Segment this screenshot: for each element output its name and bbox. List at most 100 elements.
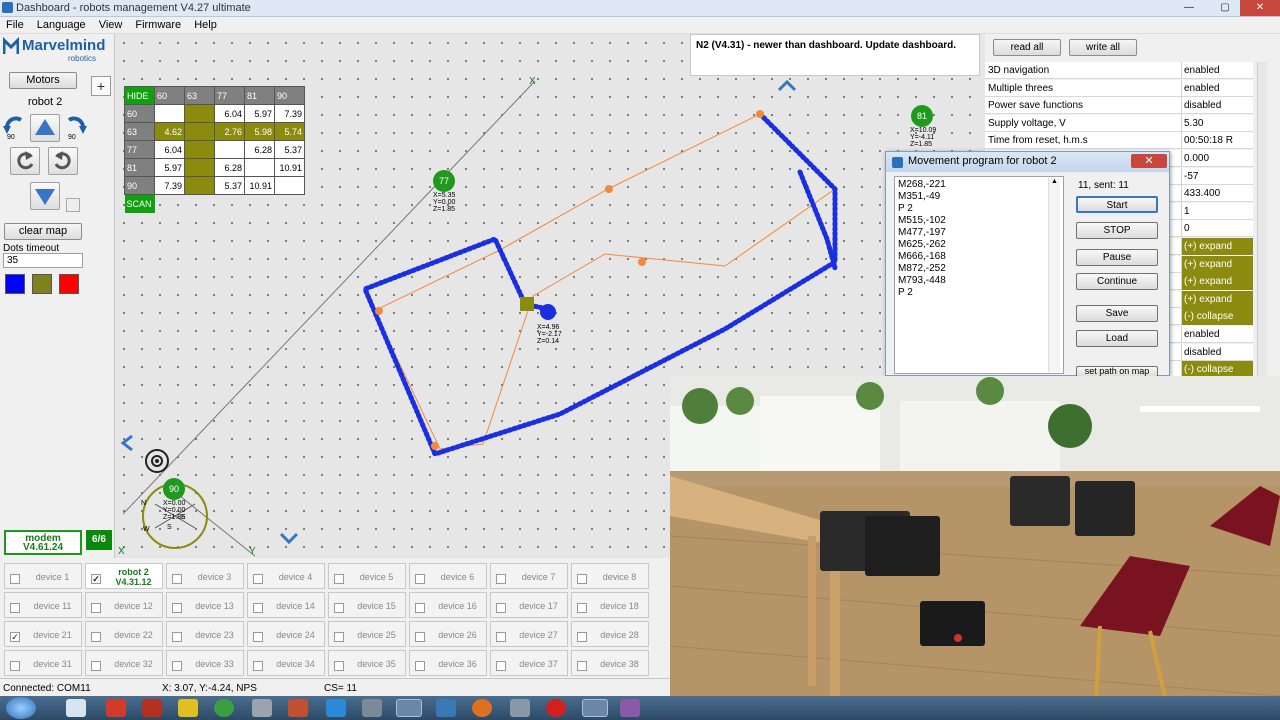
device-checkbox[interactable] bbox=[91, 632, 101, 642]
program-line[interactable]: M515,-102 bbox=[898, 215, 1060, 227]
device-checkbox[interactable] bbox=[172, 603, 182, 613]
property-value[interactable]: -57 bbox=[1181, 167, 1253, 185]
device-checkbox[interactable] bbox=[496, 632, 506, 642]
red-color-swatch[interactable] bbox=[59, 274, 79, 294]
skype-icon[interactable] bbox=[326, 699, 346, 717]
program-line[interactable]: M793,-448 bbox=[898, 275, 1060, 287]
app-slate-icon[interactable] bbox=[362, 699, 382, 717]
program-line[interactable]: M625,-262 bbox=[898, 239, 1060, 251]
device-checkbox[interactable] bbox=[496, 603, 506, 613]
device-checkbox[interactable] bbox=[496, 661, 506, 671]
property-value[interactable]: disabled bbox=[1181, 97, 1253, 115]
device-checkbox[interactable] bbox=[334, 574, 344, 584]
device-slot[interactable]: device 18 bbox=[571, 592, 649, 618]
device-checkbox[interactable] bbox=[415, 632, 425, 642]
program-line[interactable]: P 2 bbox=[898, 287, 1060, 299]
device-checkbox[interactable] bbox=[172, 632, 182, 642]
device-slot[interactable]: device 4 bbox=[247, 563, 325, 589]
device-checkbox[interactable] bbox=[415, 574, 425, 584]
rotate-ccw-icon[interactable] bbox=[10, 147, 40, 175]
device-checkbox[interactable] bbox=[172, 661, 182, 671]
motors-button[interactable]: Motors bbox=[9, 72, 77, 89]
menu-help[interactable]: Help bbox=[188, 17, 224, 31]
device-slot[interactable]: device 6 bbox=[409, 563, 487, 589]
device-slot[interactable]: device 5 bbox=[328, 563, 406, 589]
device-checkbox[interactable] bbox=[91, 661, 101, 671]
app-gray-icon[interactable] bbox=[252, 699, 272, 717]
program-line[interactable]: M872,-252 bbox=[898, 263, 1060, 275]
device-slot[interactable]: device 13 bbox=[166, 592, 244, 618]
add-icon[interactable]: + bbox=[91, 76, 111, 96]
program-line[interactable]: M666,-168 bbox=[898, 251, 1060, 263]
start-orb-icon[interactable] bbox=[6, 697, 36, 719]
dots-timeout-input[interactable]: 35 bbox=[3, 253, 83, 268]
device-slot[interactable]: device 34 bbox=[247, 650, 325, 676]
property-value[interactable]: enabled bbox=[1181, 326, 1253, 343]
clear-map-button[interactable]: clear map bbox=[4, 223, 82, 240]
opera-icon[interactable] bbox=[546, 699, 566, 717]
dashboard-taskbar-icon[interactable] bbox=[396, 699, 422, 717]
menu-firmware[interactable]: Firmware bbox=[129, 17, 188, 31]
stop-button[interactable]: STOP bbox=[1076, 222, 1158, 239]
property-value[interactable]: enabled bbox=[1181, 62, 1253, 79]
property-value[interactable]: 433.400 bbox=[1181, 185, 1253, 203]
firefox-icon[interactable] bbox=[472, 699, 492, 717]
device-checkbox[interactable] bbox=[172, 574, 182, 584]
device-slot[interactable]: device 24 bbox=[247, 621, 325, 647]
app-orange-icon[interactable] bbox=[288, 699, 308, 717]
device-slot[interactable]: device 31 bbox=[4, 650, 82, 676]
pause-button[interactable]: Pause bbox=[1076, 249, 1158, 266]
property-row[interactable]: Time from reset, h.m.s 00:50:18 R bbox=[985, 132, 1253, 150]
device-checkbox[interactable] bbox=[577, 661, 587, 671]
minimize-button[interactable]: — bbox=[1176, 0, 1202, 16]
property-row[interactable]: 3D navigation enabled bbox=[985, 62, 1253, 79]
property-value[interactable]: 0 bbox=[1181, 220, 1253, 238]
property-value[interactable]: disabled bbox=[1181, 343, 1253, 361]
maximize-button[interactable]: ▢ bbox=[1212, 0, 1238, 16]
property-value[interactable]: 0.000 bbox=[1181, 150, 1253, 167]
device-checkbox[interactable] bbox=[10, 603, 20, 613]
beacon-77[interactable]: 77 bbox=[433, 170, 455, 192]
start-button[interactable]: Start bbox=[1076, 196, 1158, 213]
property-row[interactable]: Supply voltage, V 5.30 bbox=[985, 114, 1253, 132]
device-checkbox[interactable] bbox=[334, 603, 344, 613]
app-active-icon[interactable] bbox=[582, 699, 608, 717]
device-checkbox[interactable] bbox=[91, 603, 101, 613]
device-checkbox[interactable] bbox=[577, 632, 587, 642]
device-checkbox[interactable]: ✓ bbox=[10, 632, 20, 642]
property-row[interactable]: Multiple threes enabled bbox=[985, 79, 1253, 97]
property-value[interactable]: (+) expand bbox=[1181, 273, 1253, 291]
modem-badge[interactable]: modem V4.61.24 bbox=[4, 530, 82, 555]
dialog-close-button[interactable]: ✕ bbox=[1131, 154, 1167, 168]
device-slot[interactable]: device 7 bbox=[490, 563, 568, 589]
program-line[interactable]: M268,-221 bbox=[898, 179, 1060, 191]
blue-color-swatch[interactable] bbox=[5, 274, 25, 294]
close-button[interactable]: ✕ bbox=[1240, 0, 1280, 16]
device-checkbox[interactable] bbox=[496, 574, 506, 584]
read-all-button[interactable]: read all bbox=[993, 39, 1061, 56]
olive-color-swatch[interactable] bbox=[32, 274, 52, 294]
device-slot[interactable]: device 8 bbox=[571, 563, 649, 589]
properties-scrollbar[interactable] bbox=[1257, 62, 1267, 376]
program-line[interactable]: M477,-197 bbox=[898, 227, 1060, 239]
device-slot[interactable]: device 33 bbox=[166, 650, 244, 676]
device-checkbox[interactable] bbox=[10, 661, 20, 671]
device-slot[interactable]: device 3 bbox=[166, 563, 244, 589]
device-checkbox[interactable] bbox=[253, 603, 263, 613]
device-slot[interactable]: device 23 bbox=[166, 621, 244, 647]
explorer-icon[interactable] bbox=[66, 699, 86, 717]
property-value[interactable]: (+) expand bbox=[1181, 255, 1253, 273]
device-slot[interactable]: device 37 bbox=[490, 650, 568, 676]
app-yellow-icon[interactable] bbox=[178, 699, 198, 717]
property-value[interactable]: (+) expand bbox=[1181, 238, 1253, 255]
settings-small-icon[interactable] bbox=[66, 198, 80, 212]
property-row[interactable]: Power save functions disabled bbox=[985, 97, 1253, 115]
device-checkbox[interactable] bbox=[334, 661, 344, 671]
device-checkbox[interactable] bbox=[253, 632, 263, 642]
app-gear-icon[interactable] bbox=[510, 699, 530, 717]
device-checkbox[interactable] bbox=[415, 661, 425, 671]
menu-view[interactable]: View bbox=[93, 17, 130, 31]
device-checkbox[interactable] bbox=[577, 574, 587, 584]
property-value[interactable]: 5.30 bbox=[1181, 114, 1253, 132]
device-slot[interactable]: device 15 bbox=[328, 592, 406, 618]
